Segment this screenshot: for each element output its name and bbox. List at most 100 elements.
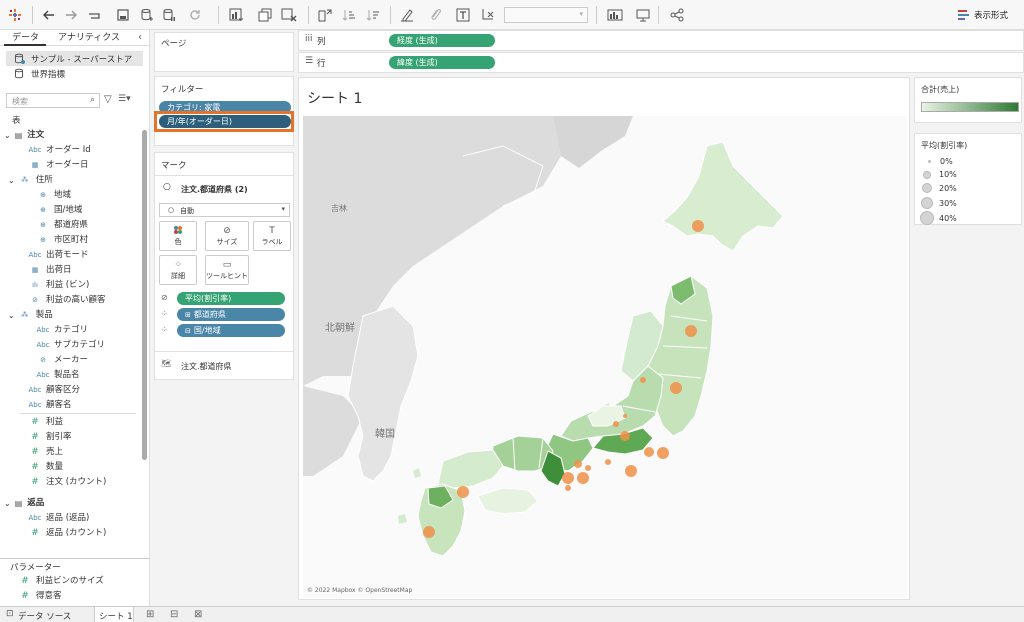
size-legend-item: 20% [939,183,957,193]
view-options-icon[interactable]: ☰▾ [118,94,131,104]
redo-icon[interactable] [62,6,80,24]
field-label: カテゴリ [54,325,89,335]
parameter-item[interactable]: # 得意客 [18,589,61,604]
field-item[interactable]: ılı 利益 (ビン) [28,278,89,293]
field-item[interactable]: Abc オーダー Id [28,143,90,158]
parameter-item[interactable]: # 利益ビンのサイズ [18,574,104,589]
show-cards-icon[interactable] [606,6,624,24]
field-item[interactable]: ▦ オーダー日 [28,158,89,173]
datasource-superstore[interactable]: サンプル - スーパーストア [6,51,143,66]
field-type-icon: Abc [28,146,42,154]
size-legend[interactable]: 平均(割引率) 0% 10% 20% 30% 40% [914,133,1022,225]
group-icon[interactable] [426,6,444,24]
replay-icon[interactable] [86,6,104,24]
refresh-icon[interactable] [186,6,204,24]
new-dashboard-icon[interactable]: ⊟ [170,609,178,620]
marks-layer2-label[interactable]: 注文.都道府県 [181,361,232,372]
field-label: 出荷日 [46,265,72,275]
field-item[interactable]: ⌄ ⁂ 住所 [8,173,53,188]
undo-icon[interactable] [40,6,58,24]
field-item[interactable]: ⊘ 利益の高い顧客 [28,293,106,308]
filters-card[interactable]: フィルター カテゴリ: 家電 月/年(オーダー日) [154,76,294,146]
field-item[interactable]: ⊕ 市区町村 [36,233,88,248]
field-type-icon: ⁂ [21,311,29,319]
show-me-button[interactable]: 表示形式 [958,8,1008,22]
filter-icon[interactable]: ▽ [104,94,112,105]
field-item[interactable]: ⊘ メーカー [36,353,88,368]
label-icon[interactable] [454,6,472,24]
presentation-icon[interactable] [634,6,652,24]
marks-layer-label[interactable]: 注文.都道府県 (2) [181,184,248,195]
tooltip-button[interactable]: ▭ ツールヒント [205,255,249,285]
field-item[interactable]: # 返品 (カウント) [28,526,106,541]
datasource-world[interactable]: 世界指標 [6,66,65,81]
sort-asc-icon[interactable] [340,6,358,24]
field-item[interactable]: Abc 出荷モード [28,248,88,263]
collapse-pane-icon[interactable]: ‹ [138,32,142,43]
columns-pill[interactable]: 経度 (生成) [389,34,495,47]
new-sheet-icon[interactable] [228,6,246,24]
columns-shelf[interactable]: iii 列 経度 (生成) [298,30,1024,51]
detail-button[interactable]: ⁘ 詳細 [159,255,197,285]
field-label: 利益の高い顧客 [46,295,106,305]
map-view[interactable]: 吉林 北朝鮮 韓国 © 2022 Mapbox © OpenStreetMap [303,116,907,598]
pages-card[interactable]: ページ [154,32,294,72]
field-item[interactable]: ⊕ 地域 [36,188,71,203]
size-legend-item: 10% [939,170,957,179]
size-icon: ⊘ [223,226,231,236]
field-label: 売上 [46,447,64,457]
field-label: 割引率 [46,432,72,442]
field-item[interactable]: Abc サブカテゴリ [36,338,105,353]
rows-pill[interactable]: 緯度 (生成) [389,56,495,69]
table-group[interactable]: ⌄ ▤ 注文 [4,128,44,143]
new-worksheet-icon[interactable]: ⊞ [146,609,154,620]
field-item[interactable]: ⊕ 都道府県 [36,218,88,233]
sheet-title: シート 1 [307,91,363,107]
mark-type-dropdown[interactable]: ○ 自動 ▾ [159,203,290,217]
label-button[interactable]: T ラベル [253,221,291,251]
map-label: 吉林 [331,203,347,213]
field-item[interactable]: # 売上 [28,445,63,460]
field-label: オーダー日 [46,160,89,170]
field-item[interactable]: ▦ 出荷日 [28,263,72,278]
size-button[interactable]: ⊘ サイズ [205,221,249,251]
marks-pill-prefecture[interactable]: ⊞ 都道府県 [177,308,285,321]
filter-pill-month[interactable]: 月/年(オーダー日) [159,115,291,128]
search-field[interactable]: 検索 ⌕ [6,93,100,108]
field-item[interactable]: # 数量 [28,460,63,475]
clear-icon[interactable] [280,6,298,24]
swap-icon[interactable] [316,6,334,24]
marks-pill-country[interactable]: ⊟ 国/地域 [177,324,285,337]
share-icon[interactable] [668,6,686,24]
new-datasource-icon[interactable] [138,6,156,24]
color-legend[interactable]: 合計(売上) [914,77,1022,123]
field-item[interactable]: Abc カテゴリ [36,323,88,338]
marks-pill-discount[interactable]: 平均(割引率) [177,292,285,305]
datasource-tab[interactable]: データ ソース [18,610,71,622]
field-item[interactable]: # 利益 [28,415,63,430]
fix-axes-icon[interactable] [478,6,496,24]
size-legend-item: 40% [939,213,957,223]
rows-shelf[interactable]: ☰ 行 緯度 (生成) [298,52,1024,73]
color-button[interactable]: 色 [159,221,197,251]
field-item[interactable]: # 割引率 [28,430,72,445]
field-item[interactable]: Abc 返品 (返品) [28,511,89,526]
field-item[interactable]: ⊕ 国/地域 [36,203,82,218]
field-item[interactable]: ⌄ ⁂ 製品 [8,308,53,323]
highlight-icon[interactable] [398,6,416,24]
sheet-tab[interactable]: シート 1 [94,607,134,622]
field-item[interactable]: # 注文 (カウント) [28,475,106,490]
duplicate-icon[interactable] [256,6,274,24]
table-group[interactable]: ⌄ ▤ 返品 [4,496,44,511]
fit-dropdown[interactable]: ▾ [504,7,588,23]
save-icon[interactable] [114,6,132,24]
scrollbar[interactable] [142,130,147,460]
field-item[interactable]: Abc 製品名 [36,368,79,383]
sort-desc-icon[interactable] [364,6,382,24]
new-story-icon[interactable]: ⊠ [194,609,202,620]
tableau-logo-icon[interactable] [6,6,24,24]
field-item[interactable]: Abc 顧客名 [28,398,71,413]
tab-analytics[interactable]: アナリティクス [58,30,120,46]
pause-icon[interactable] [160,6,178,24]
field-item[interactable]: Abc 顧客区分 [28,383,80,398]
